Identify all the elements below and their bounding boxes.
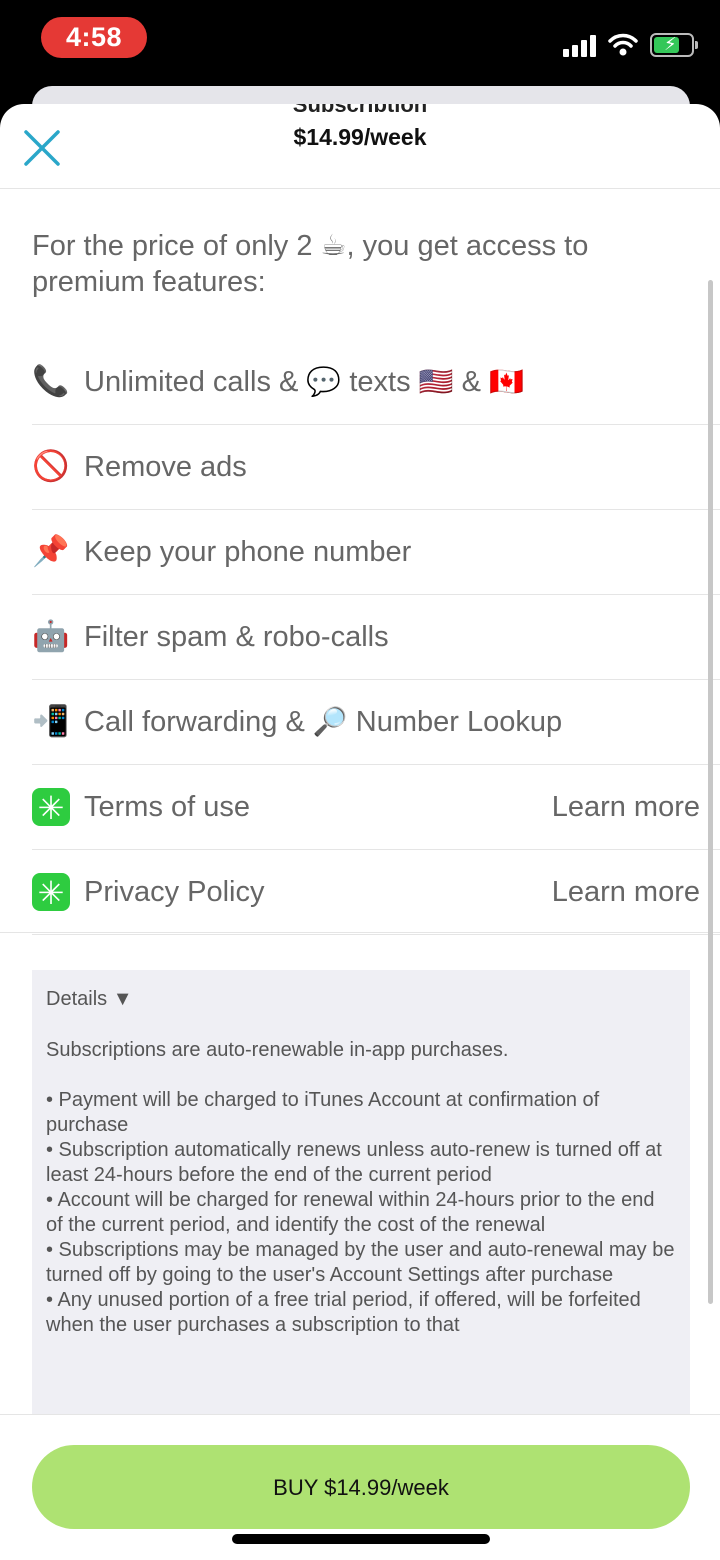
details-bullet: • Subscription automatically renews unle…	[46, 1139, 662, 1186]
divider	[0, 932, 720, 933]
feature-list: 📞 Unlimited calls & 💬 texts 🇺🇸 & 🇨🇦 🚫 Re…	[32, 340, 720, 935]
robot-icon: 🤖	[32, 620, 70, 653]
details-bullet: • Subscriptions may be managed by the us…	[46, 1239, 675, 1286]
header-subtitle: Subscription	[0, 104, 720, 112]
feature-label: Unlimited calls & 💬 texts 🇺🇸 & 🇨🇦	[84, 366, 524, 398]
wifi-icon	[608, 33, 638, 56]
feature-label: Keep your phone number	[84, 535, 412, 568]
details-toggle[interactable]: Details ▼	[46, 988, 132, 1011]
status-bar: 4:58 ⚡	[0, 0, 720, 84]
mobile-arrow-icon: 📲	[32, 705, 70, 738]
privacy-policy-row[interactable]: ✳ Privacy Policy Learn more	[32, 850, 720, 935]
feature-remove-ads: 🚫 Remove ads	[32, 425, 720, 510]
details-bullet: • Payment will be charged to iTunes Acco…	[46, 1089, 600, 1136]
magnifier-icon: 🔎	[312, 706, 348, 737]
buy-button[interactable]: BUY $14.99/week	[32, 1445, 690, 1529]
details-text: Subscriptions are auto-renewable in-app …	[46, 1038, 676, 1338]
subscription-sheet: Subscription $14.99/week For the price o…	[0, 104, 720, 1560]
phone-icon: 📞	[32, 365, 70, 398]
header-title: $14.99/week	[293, 124, 427, 150]
details-panel: Details ▼ Subscriptions are auto-renewab…	[32, 970, 690, 1416]
feature-keep-number: 📌 Keep your phone number	[32, 510, 720, 595]
status-time: 4:58	[41, 17, 147, 58]
prohibited-icon: 🚫	[32, 450, 70, 483]
details-bullet: • Account will be charged for renewal wi…	[46, 1189, 655, 1236]
cellular-signal-icon	[563, 33, 596, 57]
terms-label: Terms of use	[84, 790, 250, 823]
details-intro: Subscriptions are auto-renewable in-app …	[46, 1039, 509, 1061]
feature-label: Call forwarding & 🔎 Number Lookup	[84, 706, 563, 738]
status-icons: ⚡	[563, 30, 698, 60]
speech-bubble-icon: 💬	[306, 366, 342, 397]
terms-learn-more-link[interactable]: Learn more	[552, 791, 700, 824]
feature-label: Filter spam & robo-calls	[84, 620, 389, 653]
intro-text: For the price of only 2 ☕, you get acces…	[32, 230, 589, 298]
battery-charging-icon: ⚡	[650, 33, 698, 57]
us-flag-icon: 🇺🇸	[418, 366, 454, 397]
terms-of-use-row[interactable]: ✳ Terms of use Learn more	[32, 765, 720, 850]
privacy-label: Privacy Policy	[84, 875, 265, 908]
eight-spoked-asterisk-icon: ✳	[32, 873, 70, 911]
feature-filter-spam: 🤖 Filter spam & robo-calls	[32, 595, 720, 680]
eight-spoked-asterisk-icon: ✳	[32, 788, 70, 826]
scrollbar[interactable]	[708, 280, 713, 1304]
privacy-learn-more-link[interactable]: Learn more	[552, 876, 700, 909]
close-icon[interactable]	[22, 128, 62, 168]
pushpin-icon: 📌	[32, 535, 70, 568]
sheet-header: Subscription $14.99/week	[0, 104, 720, 189]
details-bullet: • Any unused portion of a free trial per…	[46, 1289, 641, 1336]
feature-call-forwarding: 📲 Call forwarding & 🔎 Number Lookup	[32, 680, 720, 765]
home-indicator[interactable]	[232, 1534, 490, 1544]
canada-flag-icon: 🇨🇦	[488, 366, 524, 397]
feature-label: Remove ads	[84, 450, 247, 483]
feature-unlimited-calls: 📞 Unlimited calls & 💬 texts 🇺🇸 & 🇨🇦	[32, 340, 720, 425]
